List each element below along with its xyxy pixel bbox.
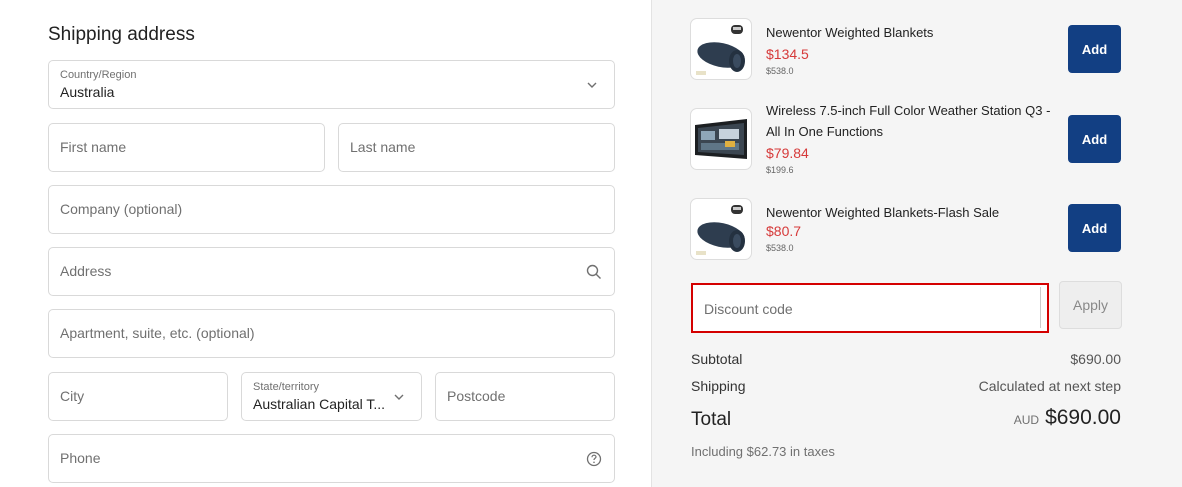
product-original-price: $538.0: [766, 66, 794, 76]
add-product-button[interactable]: Add: [1068, 25, 1121, 73]
product-original-price: $538.0: [766, 243, 794, 253]
help-circle-icon[interactable]: [584, 449, 604, 469]
company-placeholder: Company (optional): [60, 201, 183, 217]
city-placeholder: City: [60, 388, 85, 404]
phone-placeholder: Phone: [60, 450, 101, 466]
product-sale-price: $134.5: [766, 46, 809, 62]
shipping-value: Calculated at next step: [978, 378, 1121, 394]
taxes-note: Including $62.73 in taxes: [691, 444, 835, 459]
chevron-down-icon: [389, 387, 409, 407]
state-territory-select[interactable]: State/territory Australian Capital T...: [241, 372, 422, 421]
first-name-input[interactable]: First name: [48, 123, 325, 172]
state-territory-value: Australian Capital T...: [253, 396, 386, 412]
discount-code-field[interactable]: Discount code: [695, 287, 1041, 328]
subtotal-value: $690.00: [1070, 351, 1121, 367]
shipping-address-heading: Shipping address: [48, 24, 195, 45]
first-name-placeholder: First name: [60, 139, 127, 155]
total-label: Total: [691, 409, 732, 430]
total-value: $690.00: [1045, 406, 1121, 429]
search-icon[interactable]: [584, 262, 604, 282]
chevron-down-icon: [582, 75, 602, 95]
product-item: Newentor Weighted Blankets $134.5 $538.0…: [690, 18, 1130, 82]
product-item: Wireless 7.5-inch Full Color Weather Sta…: [690, 100, 1130, 180]
apartment-input[interactable]: Apartment, suite, etc. (optional): [48, 309, 615, 358]
postcode-placeholder: Postcode: [447, 388, 506, 404]
weather-station-thumbnail: [690, 108, 752, 170]
last-name-placeholder: Last name: [350, 139, 416, 155]
country-region-value: Australia: [60, 84, 115, 100]
country-region-label: Country/Region: [60, 69, 137, 81]
country-region-select[interactable]: Country/Region Australia: [48, 60, 615, 109]
blanket-thumbnail: [690, 18, 752, 80]
product-original-price: $199.6: [766, 165, 794, 175]
shipping-form-panel: Shipping address Country/Region Australi…: [0, 0, 651, 487]
address-input[interactable]: Address: [48, 247, 615, 296]
subtotal-label: Subtotal: [691, 351, 743, 367]
shipping-label: Shipping: [691, 378, 746, 394]
product-item: Newentor Weighted Blankets-Flash Sale $8…: [690, 198, 1130, 262]
discount-code-input[interactable]: Discount code: [691, 283, 1049, 333]
city-input[interactable]: City: [48, 372, 228, 421]
discount-code-placeholder: Discount code: [704, 301, 793, 317]
apartment-placeholder: Apartment, suite, etc. (optional): [60, 325, 255, 341]
blanket-thumbnail: [690, 198, 752, 260]
phone-input[interactable]: Phone: [48, 434, 615, 483]
state-territory-label: State/territory: [253, 381, 320, 393]
order-summary-panel: Newentor Weighted Blankets $134.5 $538.0…: [651, 0, 1182, 487]
apply-discount-button[interactable]: Apply: [1059, 281, 1122, 329]
postcode-input[interactable]: Postcode: [435, 372, 615, 421]
product-sale-price: $80.7: [766, 223, 802, 239]
product-sale-price: $79.84: [766, 145, 809, 161]
add-product-button[interactable]: Add: [1068, 204, 1121, 252]
product-name: Newentor Weighted Blankets: [766, 25, 934, 40]
product-name: Newentor Weighted Blankets-Flash Sale: [766, 205, 1000, 220]
address-placeholder: Address: [60, 263, 112, 279]
last-name-input[interactable]: Last name: [338, 123, 615, 172]
company-input[interactable]: Company (optional): [48, 185, 615, 234]
total-amount: AUD $690.00: [1014, 406, 1121, 430]
product-name: Wireless 7.5-inch Full Color Weather Sta…: [766, 103, 1051, 139]
total-currency: AUD: [1013, 413, 1040, 427]
add-product-button[interactable]: Add: [1068, 115, 1121, 163]
